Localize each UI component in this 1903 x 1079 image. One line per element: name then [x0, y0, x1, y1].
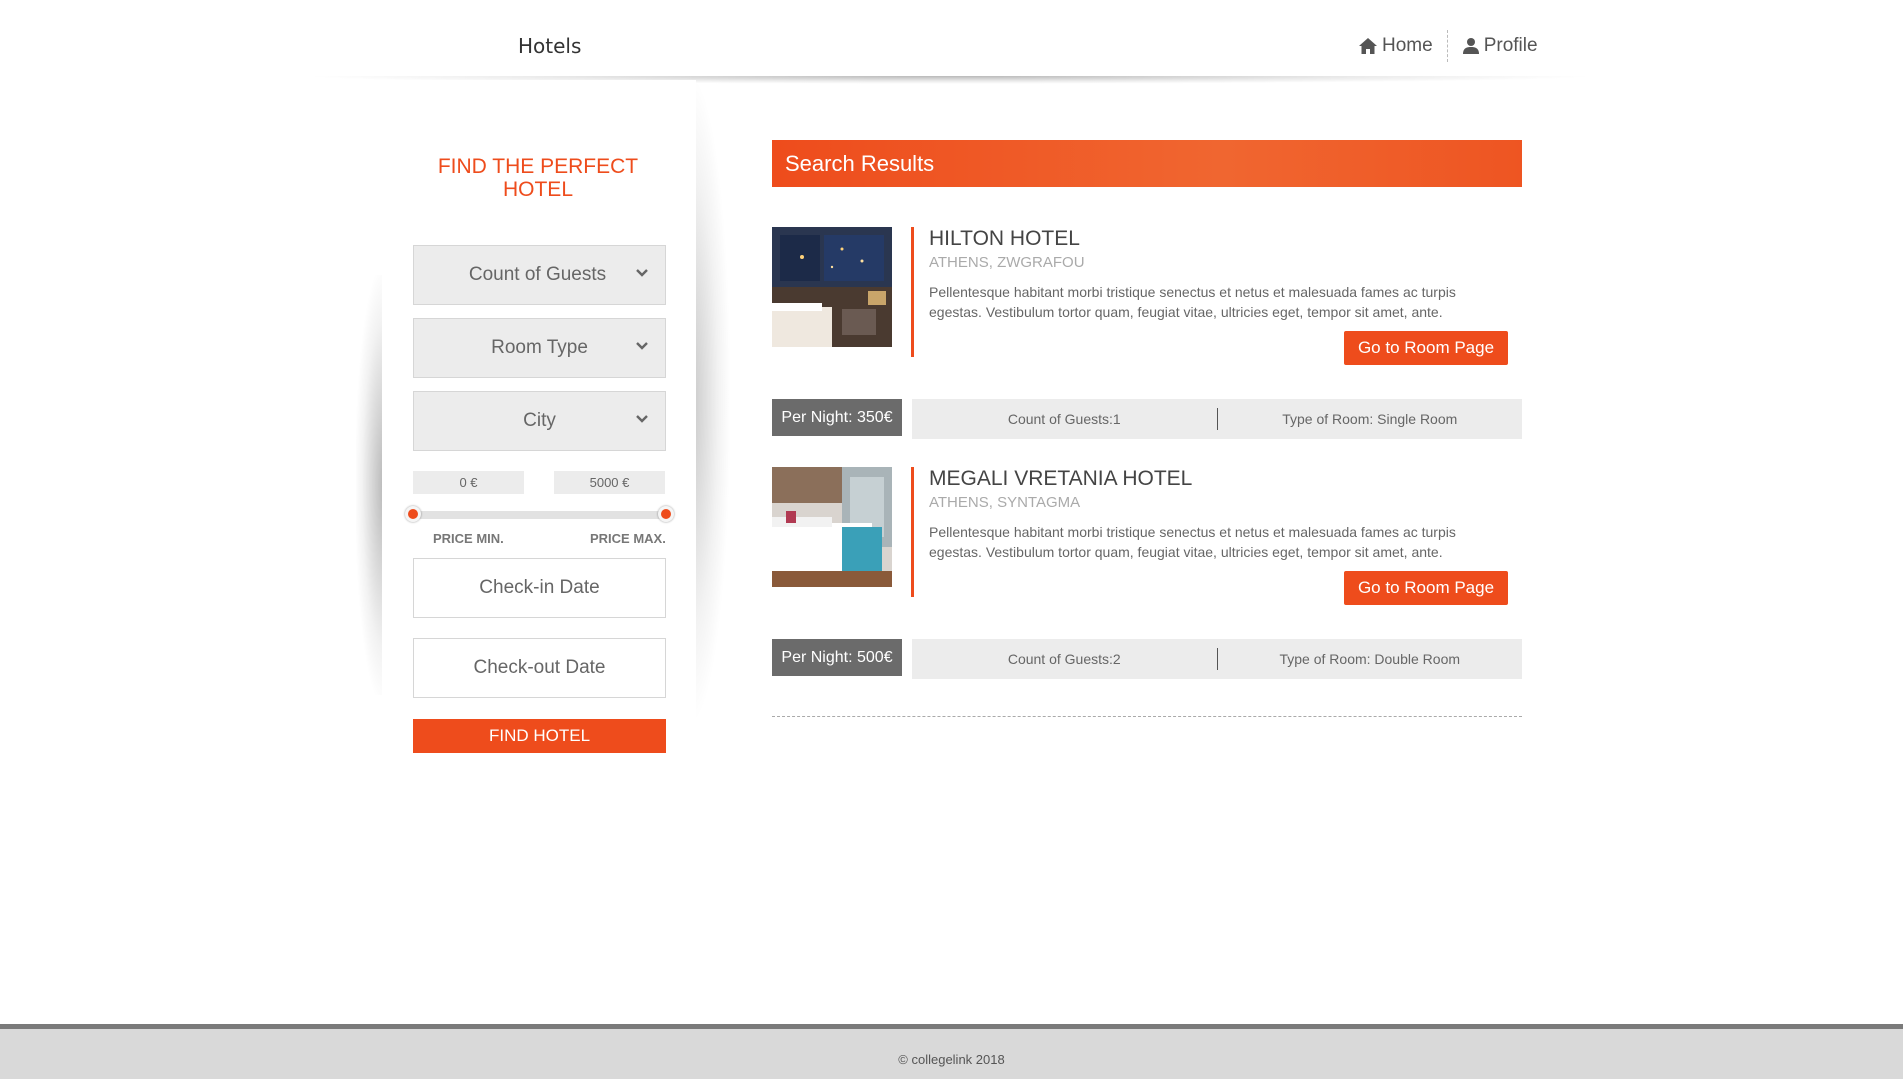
hotel-location: ATHENS, SYNTAGMA [929, 494, 1081, 511]
hotel-room-image [772, 227, 892, 347]
hotel-name: MEGALI VRETANIA HOTEL [929, 467, 1193, 490]
results-end-divider [772, 716, 1522, 717]
city-select-label: City [523, 410, 556, 431]
room-type-select-label: Room Type [491, 337, 588, 358]
per-night-price: Per Night: 350€ [772, 399, 902, 436]
guests-select[interactable]: Count of Guests [413, 245, 666, 305]
hotel-room-image [772, 467, 892, 587]
hotel-divider [911, 467, 914, 597]
price-slider-max-handle[interactable] [658, 506, 674, 522]
price-slider-min-handle[interactable] [405, 506, 421, 522]
hotel-info-bar: Count of Guests:2 Type of Room: Double R… [912, 639, 1522, 679]
top-nav: Home Profile [1344, 30, 1552, 62]
search-results-header: Search Results [772, 140, 1522, 187]
price-max-label: PRICE MAX. [590, 531, 666, 546]
guest-count: Count of Guests:1 [1007, 411, 1121, 427]
user-icon [1462, 38, 1479, 54]
go-to-room-button[interactable]: Go to Room Page [1344, 571, 1508, 605]
room-type: Type of Room: Single Room [1282, 411, 1458, 427]
hotel-name: HILTON HOTEL [929, 227, 1080, 250]
hotel-info-bar: Count of Guests:1 Type of Room: Single R… [912, 399, 1522, 439]
footer-copyright: © collegelink 2018 [898, 1052, 1005, 1067]
sidebar-shadow [356, 275, 384, 695]
chevron-down-icon [636, 269, 648, 277]
hotel-description: Pellentesque habitant morbi tristique se… [929, 524, 1456, 560]
chevron-down-icon [636, 415, 648, 423]
city-select[interactable]: City [413, 391, 666, 451]
nav-profile[interactable]: Profile [1448, 35, 1552, 57]
hotel-photo[interactable] [772, 227, 892, 347]
hotel-divider [911, 227, 914, 357]
checkout-date-placeholder: Check-out Date [473, 657, 606, 678]
hotel-photo[interactable] [772, 467, 892, 587]
sidebar-shadow [690, 80, 730, 720]
chevron-down-icon [636, 342, 648, 350]
go-to-room-button[interactable]: Go to Room Page [1344, 331, 1508, 365]
room-type-select[interactable]: Room Type [413, 318, 666, 378]
brand-title[interactable]: Hotels [518, 34, 581, 58]
checkout-date-field[interactable]: Check-out Date [413, 638, 666, 698]
room-type: Type of Room: Double Room [1279, 651, 1461, 667]
price-slider-track[interactable] [413, 511, 666, 519]
price-min-value[interactable]: 0 € [413, 471, 524, 494]
nav-home[interactable]: Home [1344, 35, 1447, 57]
hotel-description: Pellentesque habitant morbi tristique se… [929, 284, 1456, 320]
home-icon [1359, 38, 1377, 54]
page: Hotels Home Profile FIND THE PERFECT HOT… [0, 0, 1903, 1079]
guest-count: Count of Guests:2 [1007, 651, 1121, 667]
checkin-date-placeholder: Check-in Date [479, 577, 600, 598]
checkin-date-field[interactable]: Check-in Date [413, 558, 666, 618]
price-min-label: PRICE MIN. [433, 531, 504, 546]
guests-select-label: Count of Guests [468, 264, 607, 285]
hotel-location: ATHENS, ZWGRAFOU [929, 254, 1085, 271]
find-hotel-button[interactable]: FIND HOTEL [413, 719, 666, 753]
price-max-value[interactable]: 5000 € [554, 471, 665, 494]
per-night-price: Per Night: 500€ [772, 639, 902, 676]
nav-home-label: Home [1382, 35, 1433, 56]
nav-profile-label: Profile [1483, 35, 1538, 56]
sidebar-title: FIND THE PERFECT HOTEL [437, 155, 639, 201]
